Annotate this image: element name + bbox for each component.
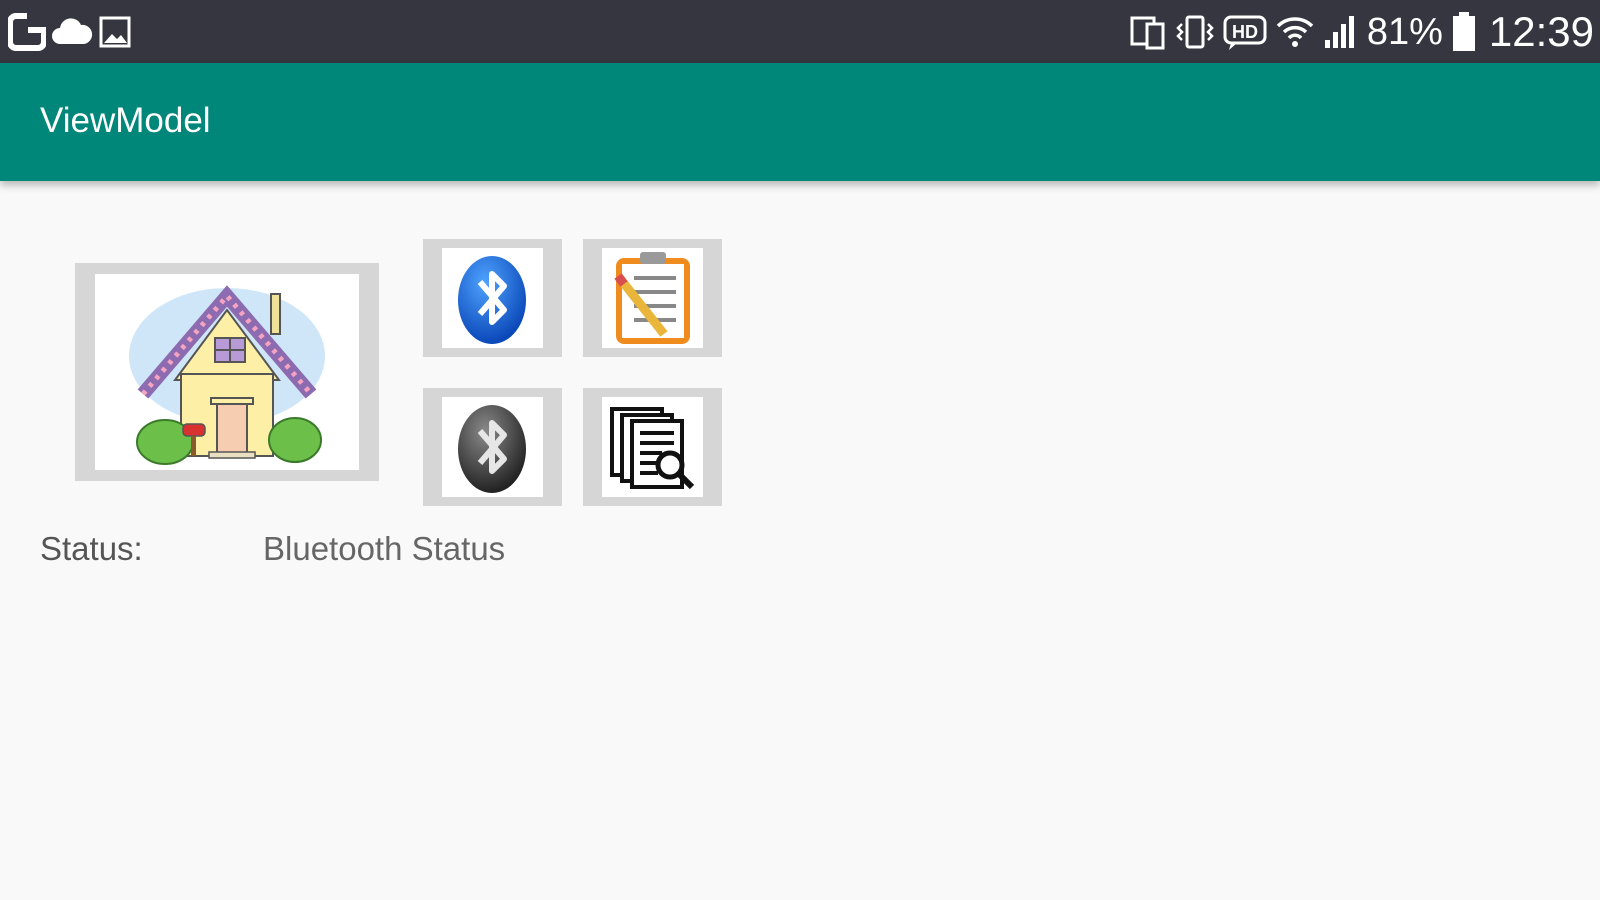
wifi-icon xyxy=(1275,12,1315,52)
status-bar-left xyxy=(8,10,132,54)
image-icon xyxy=(98,12,132,52)
battery-icon xyxy=(1451,11,1477,53)
app-toolbar: ViewModel xyxy=(0,63,1600,181)
bluetooth-on-icon xyxy=(458,256,526,344)
documents-search-button-face xyxy=(602,397,703,497)
clipboard-button-face xyxy=(602,248,703,348)
hd-text: HD xyxy=(1232,22,1258,42)
house-icon xyxy=(129,285,325,465)
hd-voice-icon: HD xyxy=(1223,12,1267,52)
clipboard-icon xyxy=(614,252,690,344)
clipboard-button[interactable] xyxy=(583,239,722,357)
battery-percent: 81% xyxy=(1366,10,1443,53)
bluetooth-off-button-face xyxy=(442,397,543,497)
status-bar-right: HD 81% 12:39 xyxy=(1129,8,1594,56)
status-bar: HD 81% 12:39 xyxy=(0,0,1600,63)
cloud-icon xyxy=(50,12,94,52)
vibrate-icon xyxy=(1175,12,1215,52)
bluetooth-off-button[interactable] xyxy=(423,388,562,506)
signal-icon xyxy=(1323,12,1359,52)
status-label: Status: xyxy=(40,530,143,567)
g-app-icon xyxy=(8,12,46,52)
toolbar-title: ViewModel xyxy=(40,101,211,140)
bluetooth-on-button[interactable] xyxy=(423,239,562,357)
bluetooth-status-text: Bluetooth Status xyxy=(263,530,506,567)
documents-search-button[interactable] xyxy=(583,388,722,506)
documents-search-icon xyxy=(610,407,695,490)
bluetooth-off-icon xyxy=(458,405,526,493)
clock: 12:39 xyxy=(1488,8,1594,55)
bluetooth-on-button-face xyxy=(442,248,543,348)
device-screen-icon xyxy=(1129,12,1167,52)
home-button[interactable] xyxy=(75,263,379,481)
home-button-face xyxy=(95,274,359,470)
